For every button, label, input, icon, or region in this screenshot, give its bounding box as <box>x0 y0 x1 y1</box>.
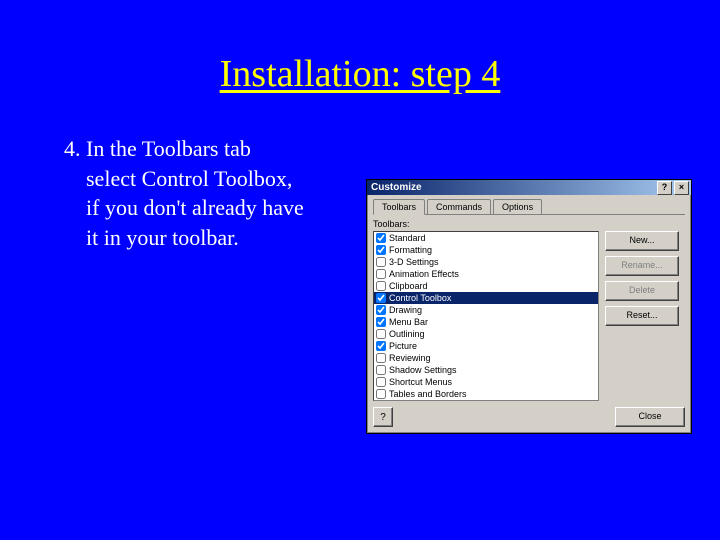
help-icon: ? <box>380 412 386 423</box>
list-item-checkbox[interactable] <box>376 293 386 303</box>
list-item[interactable]: Standard <box>374 232 598 244</box>
list-item-checkbox[interactable] <box>376 305 386 315</box>
list-item-checkbox[interactable] <box>376 281 386 291</box>
tab-strip: Toolbars Commands Options <box>373 199 685 215</box>
step-number: 4. <box>64 136 81 161</box>
list-item-label: Picture <box>389 341 417 351</box>
list-item[interactable]: Visual Basic <box>374 400 598 401</box>
list-item-label: Animation Effects <box>389 269 459 279</box>
dialog-body: Toolbars Commands Options Toolbars: Stan… <box>367 195 691 433</box>
close-icon[interactable]: × <box>674 181 689 195</box>
toolbars-label: Toolbars: <box>373 219 685 229</box>
instruction-line: it in your toolbar. <box>86 225 239 250</box>
customize-dialog: Customize ? × Toolbars Commands Options … <box>366 179 692 434</box>
list-item[interactable]: Shadow Settings <box>374 364 598 376</box>
list-item-checkbox[interactable] <box>376 365 386 375</box>
list-item-checkbox[interactable] <box>376 389 386 399</box>
list-item-label: Tables and Borders <box>389 389 467 399</box>
instruction-line: select Control Toolbox, <box>86 166 292 191</box>
list-item-checkbox[interactable] <box>376 341 386 351</box>
list-item-label: Formatting <box>389 245 432 255</box>
dialog-titlebar[interactable]: Customize ? × <box>367 180 691 195</box>
page-title: Installation: step 4 <box>0 0 720 96</box>
list-item[interactable]: Tables and Borders <box>374 388 598 400</box>
list-item[interactable]: Control Toolbox <box>374 292 598 304</box>
list-item-checkbox[interactable] <box>376 269 386 279</box>
list-item-checkbox[interactable] <box>376 245 386 255</box>
list-item[interactable]: Animation Effects <box>374 268 598 280</box>
tab-options[interactable]: Options <box>493 199 542 214</box>
new-button[interactable]: New... <box>605 231 679 251</box>
list-item-checkbox[interactable] <box>376 377 386 387</box>
list-item[interactable]: Formatting <box>374 244 598 256</box>
list-item-label: Reviewing <box>389 353 431 363</box>
list-item[interactable]: Menu Bar <box>374 316 598 328</box>
button-column: New... Rename... Delete Reset... <box>605 231 679 401</box>
close-button[interactable]: Close <box>615 407 685 427</box>
list-item-label: Outlining <box>389 329 425 339</box>
list-item[interactable]: Picture <box>374 340 598 352</box>
help-button[interactable]: ? <box>373 407 393 427</box>
list-item[interactable]: Clipboard <box>374 280 598 292</box>
list-item[interactable]: Reviewing <box>374 352 598 364</box>
list-item-checkbox[interactable] <box>376 257 386 267</box>
list-item-checkbox[interactable] <box>376 233 386 243</box>
instruction-line: if you don't already have <box>86 195 304 220</box>
reset-button[interactable]: Reset... <box>605 306 679 326</box>
list-item-label: Shortcut Menus <box>389 377 452 387</box>
list-item[interactable]: 3-D Settings <box>374 256 598 268</box>
instructions-text: 4. In the Toolbars tab select Control To… <box>0 134 386 253</box>
rename-button[interactable]: Rename... <box>605 256 679 276</box>
list-item-label: Shadow Settings <box>389 365 457 375</box>
list-item[interactable]: Shortcut Menus <box>374 376 598 388</box>
tab-commands[interactable]: Commands <box>427 199 491 214</box>
list-item-label: Clipboard <box>389 281 428 291</box>
list-item-label: Standard <box>389 233 426 243</box>
list-item-checkbox[interactable] <box>376 317 386 327</box>
list-item[interactable]: Drawing <box>374 304 598 316</box>
dialog-title: Customize <box>371 182 422 193</box>
list-item-label: Control Toolbox <box>389 293 451 303</box>
toolbars-listbox[interactable]: Standard Formatting 3-D Settings Animation … <box>373 231 599 401</box>
list-item-label: Menu Bar <box>389 317 428 327</box>
list-item-checkbox[interactable] <box>376 353 386 363</box>
dialog-bottom-row: ? Close <box>373 407 685 427</box>
titlebar-help-button[interactable]: ? <box>657 181 672 195</box>
list-item-label: 3-D Settings <box>389 257 439 267</box>
instruction-line: In the Toolbars tab <box>86 136 251 161</box>
list-item-checkbox[interactable] <box>376 329 386 339</box>
tab-toolbars[interactable]: Toolbars <box>373 199 425 215</box>
list-item[interactable]: Outlining <box>374 328 598 340</box>
list-item-label: Drawing <box>389 305 422 315</box>
delete-button[interactable]: Delete <box>605 281 679 301</box>
